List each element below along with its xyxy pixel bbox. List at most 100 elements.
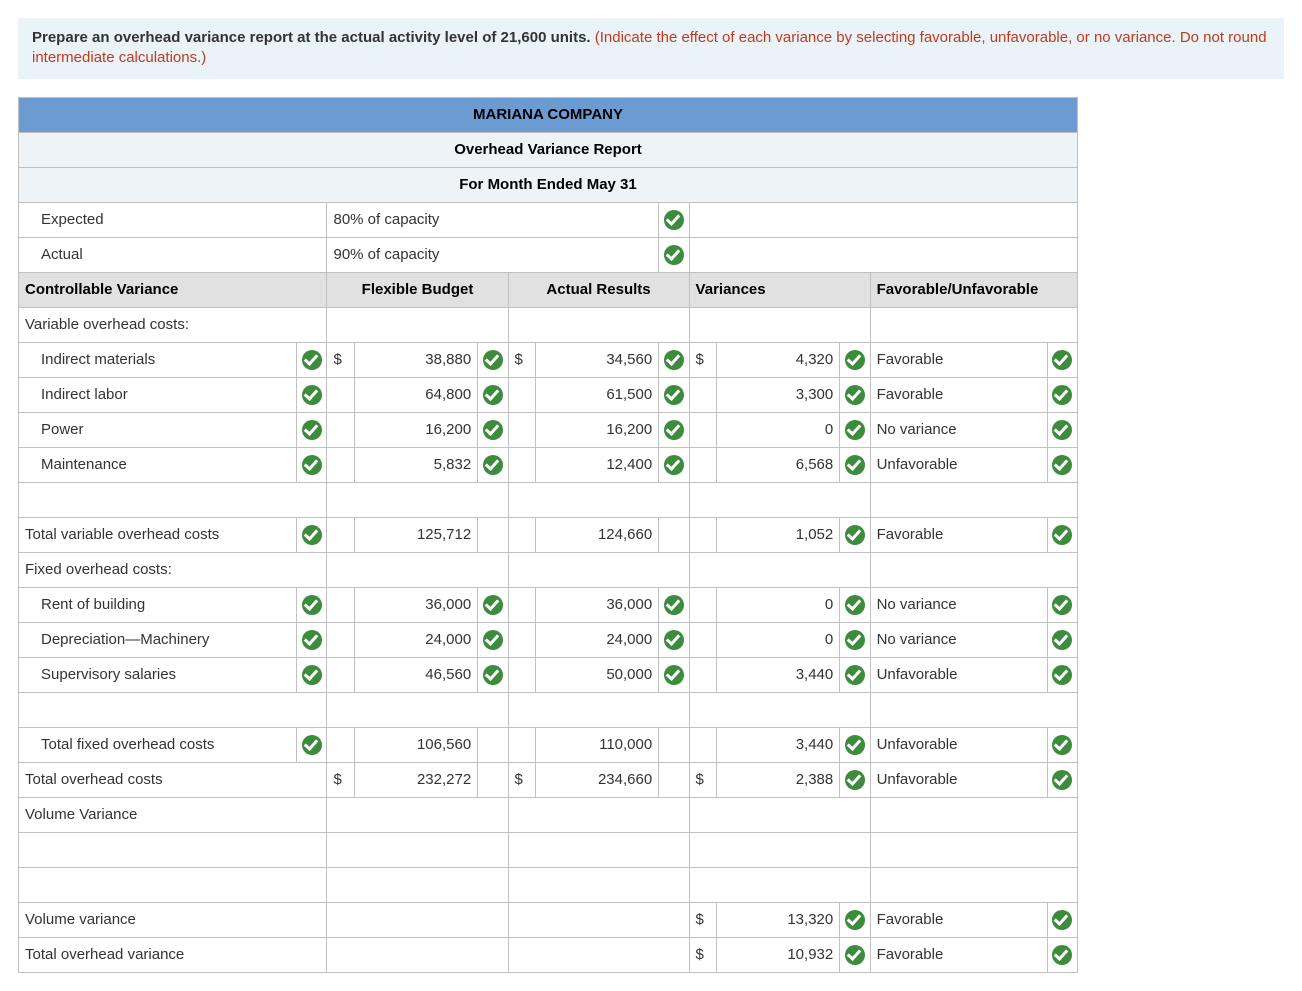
row-total-variable: Total variable overhead costs 125,712 12… [19,517,1078,552]
flex-value[interactable]: 16,200 [354,412,477,447]
flex-value: 125,712 [354,517,477,552]
row-rent: Rent of building 36,000 36,000 0 No vari… [19,587,1078,622]
row-label[interactable]: Indirect materials [19,342,297,377]
flex-value[interactable]: 36,000 [354,587,477,622]
header-var: Variances [689,272,870,307]
variance-value[interactable]: 3,440 [716,727,839,762]
check-icon [483,665,503,685]
fav-select[interactable]: Unfavorable [870,762,1047,797]
volume-heading-row: Volume Variance [19,797,1078,832]
check-icon [483,420,503,440]
row-label[interactable]: Total variable overhead costs [19,517,297,552]
variance-value[interactable]: 0 [716,587,839,622]
variance-report-table: MARIANA COMPANY Overhead Variance Report… [18,97,1078,973]
actual-value[interactable]: 61,500 [535,377,658,412]
fav-select[interactable]: Favorable [870,937,1047,972]
fav-select[interactable]: Favorable [870,342,1047,377]
flex-value[interactable]: 46,560 [354,657,477,692]
check-icon [1052,525,1072,545]
fav-select[interactable]: No variance [870,587,1047,622]
fixed-heading-row: Fixed overhead costs: [19,552,1078,587]
variance-value[interactable]: 4,320 [716,342,839,377]
check-icon [302,350,322,370]
actual-value[interactable]: 34,560 [535,342,658,377]
check-icon [302,385,322,405]
fav-select[interactable]: Unfavorable [870,727,1047,762]
fav-select[interactable]: Favorable [870,377,1047,412]
actual-value[interactable]: 16,200 [535,412,658,447]
actual-value[interactable]: 36,000 [535,587,658,622]
check-icon [1052,420,1072,440]
variance-value[interactable]: 0 [716,412,839,447]
check-icon [1052,455,1072,475]
variance-value[interactable]: 10,932 [716,937,839,972]
variance-value[interactable]: 6,568 [716,447,839,482]
row-total-overhead: Total overhead costs $ 232,272 $ 234,660… [19,762,1078,797]
check-icon [664,245,684,265]
flex-value[interactable]: 5,832 [354,447,477,482]
check-icon [664,595,684,615]
check-icon [483,385,503,405]
section-heading: Volume Variance [19,797,327,832]
row-label[interactable]: Power [19,412,297,447]
actual-value[interactable]: 24,000 [535,622,658,657]
fav-select[interactable]: No variance [870,622,1047,657]
check-icon [664,385,684,405]
flex-value[interactable]: 38,880 [354,342,477,377]
period-title: For Month Ended May 31 [19,167,1078,202]
dollar-sign: $ [689,902,716,937]
check-icon [845,350,865,370]
column-headers: Controllable Variance Flexible Budget Ac… [19,272,1078,307]
section-heading: Variable overhead costs: [19,307,327,342]
variance-value[interactable]: 0 [716,622,839,657]
row-label[interactable]: Depreciation—Machinery [19,622,297,657]
section-heading: Fixed overhead costs: [19,552,327,587]
check-icon [845,630,865,650]
actual-value[interactable]: 90% of capacity [327,237,659,272]
check-icon [664,420,684,440]
check-icon [302,630,322,650]
check-icon [845,385,865,405]
check-icon [845,735,865,755]
check-icon [483,595,503,615]
flex-value[interactable]: 24,000 [354,622,477,657]
dollar-sign: $ [508,762,535,797]
actual-value[interactable]: 50,000 [535,657,658,692]
fav-select[interactable]: No variance [870,412,1047,447]
row-total-variance: Total overhead variance $ 10,932 Favorab… [19,937,1078,972]
variance-value[interactable]: 3,440 [716,657,839,692]
row-label[interactable]: Rent of building [19,587,297,622]
variance-value[interactable]: 1,052 [716,517,839,552]
check-icon [845,945,865,965]
row-label[interactable]: Maintenance [19,447,297,482]
header-name: Controllable Variance [19,272,327,307]
row-label[interactable]: Indirect labor [19,377,297,412]
actual-value[interactable]: 12,400 [535,447,658,482]
report-title: Overhead Variance Report [19,132,1078,167]
fav-select[interactable]: Unfavorable [870,657,1047,692]
row-indirect-materials: Indirect materials $ 38,880 $ 34,560 $ 4… [19,342,1078,377]
check-icon [1052,350,1072,370]
fav-select[interactable]: Favorable [870,517,1047,552]
header-flex: Flexible Budget [327,272,508,307]
row-label[interactable]: Supervisory salaries [19,657,297,692]
expected-value[interactable]: 80% of capacity [327,202,659,237]
check-icon [845,665,865,685]
check-icon [664,210,684,230]
instructions-main: Prepare an overhead variance report at t… [32,29,595,46]
check-icon [302,665,322,685]
check-icon [302,525,322,545]
variance-value[interactable]: 2,388 [716,762,839,797]
row-label: Volume variance [19,902,327,937]
row-label[interactable]: Total fixed overhead costs [19,727,297,762]
fav-select[interactable]: Favorable [870,902,1047,937]
actual-value: 234,660 [535,762,658,797]
variance-value[interactable]: 3,300 [716,377,839,412]
dollar-sign: $ [689,937,716,972]
fav-select[interactable]: Unfavorable [870,447,1047,482]
flex-value[interactable]: 64,800 [354,377,477,412]
check-icon [1052,945,1072,965]
check-icon [1052,910,1072,930]
check-icon [302,735,322,755]
variance-value[interactable]: 13,320 [716,902,839,937]
